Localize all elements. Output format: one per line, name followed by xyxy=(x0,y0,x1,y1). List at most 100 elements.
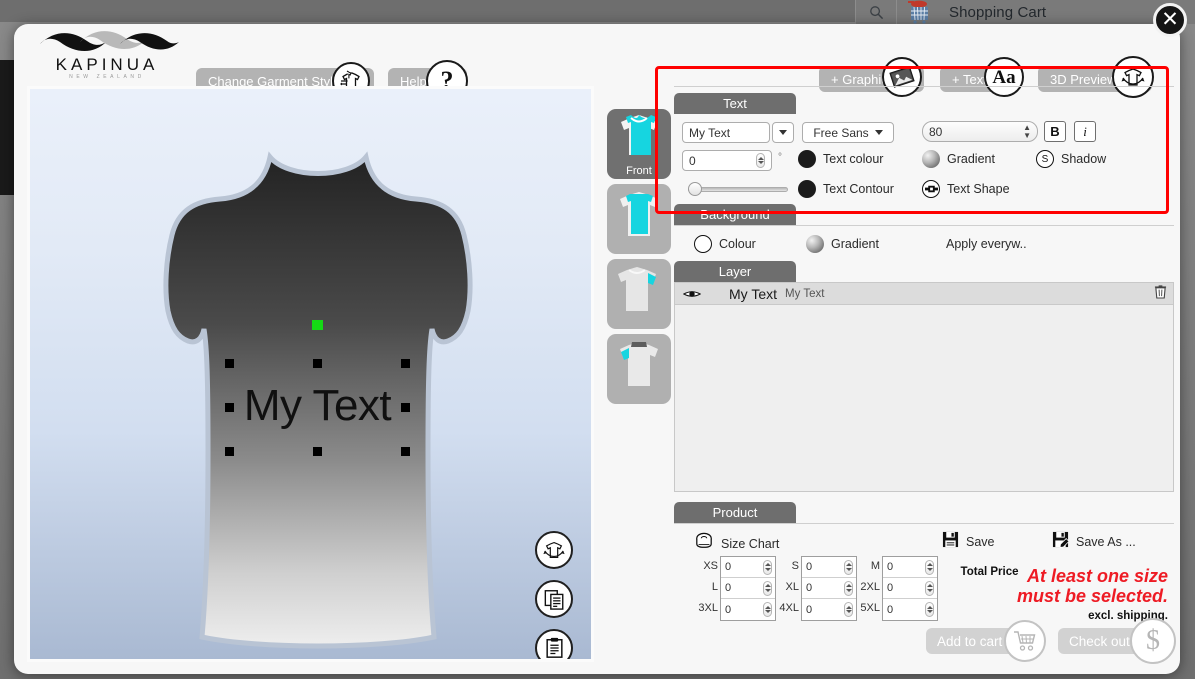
slider-thumb[interactable] xyxy=(688,182,702,196)
section-tab-background[interactable]: Background xyxy=(674,204,796,225)
text-dropdown-button[interactable] xyxy=(772,122,794,143)
resize-handle-e[interactable] xyxy=(401,403,410,412)
size-input-xl[interactable]: 0 xyxy=(802,578,856,599)
size-stepper-xl[interactable] xyxy=(844,580,853,596)
cart-title: Shopping Cart xyxy=(949,3,1047,21)
size-stepper-3xl[interactable] xyxy=(763,602,772,617)
size-input-4xl[interactable]: 0 xyxy=(802,599,856,620)
section-tab-text[interactable]: Text xyxy=(674,93,796,114)
text-value-input[interactable]: My Text xyxy=(682,122,770,143)
rotation-stepper[interactable] xyxy=(756,153,765,168)
font-family-value: Free Sans xyxy=(813,125,869,140)
design-canvas[interactable]: My Text xyxy=(30,89,591,659)
size-stepper-m[interactable] xyxy=(925,559,934,575)
size-input-m[interactable]: 0 xyxy=(883,557,937,578)
background-gradient-button[interactable]: Gradient xyxy=(806,235,879,253)
background-gradient-label: Gradient xyxy=(831,237,879,251)
rotate-handle[interactable] xyxy=(312,320,323,330)
cart-icon[interactable] xyxy=(1004,620,1046,662)
shopping-cart-icon[interactable] xyxy=(897,0,943,24)
thumb-left[interactable] xyxy=(607,259,671,329)
size-stepper-5xl[interactable] xyxy=(925,602,934,617)
stepper-arrows-icon: ▲ ▼ xyxy=(1023,122,1031,140)
resize-handle-n[interactable] xyxy=(313,359,322,368)
resize-handle-nw[interactable] xyxy=(225,359,234,368)
rotation-input[interactable]: 0 xyxy=(682,150,772,171)
resize-handle-ne[interactable] xyxy=(401,359,410,368)
close-button[interactable]: ✕ xyxy=(1153,3,1187,37)
size-stepper-l[interactable] xyxy=(763,580,772,596)
artwork-selection[interactable]: My Text xyxy=(225,320,410,474)
section-tab-product[interactable]: Product xyxy=(674,502,796,523)
eye-icon[interactable] xyxy=(675,289,709,299)
rotation-value: 0 xyxy=(689,153,696,168)
warning-line-1: At least one size xyxy=(1026,566,1168,586)
size-stepper-s[interactable] xyxy=(844,559,853,575)
layer-content: My Text xyxy=(785,287,825,300)
text-value: My Text xyxy=(689,125,731,140)
thumb-right[interactable] xyxy=(607,334,671,404)
font-size-value: 80 xyxy=(929,124,943,139)
size-value-5xl: 0 xyxy=(887,603,894,616)
design-canvas-wrapper: My Text xyxy=(27,86,594,662)
close-icon: ✕ xyxy=(1161,6,1179,31)
canvas-copy-button[interactable] xyxy=(535,580,573,618)
size-stepper-4xl[interactable] xyxy=(844,602,853,617)
font-family-select[interactable]: Free Sans xyxy=(802,122,894,143)
thumb-back[interactable] xyxy=(607,184,671,254)
size-group-1: XS L 3XL 0 0 0 xyxy=(698,556,776,621)
text-colour-button[interactable]: Text colour xyxy=(798,150,883,168)
text-shadow-button[interactable]: S Shadow xyxy=(1036,150,1106,168)
size-input-2xl[interactable]: 0 xyxy=(883,578,937,599)
text-shape-button[interactable]: Text Shape xyxy=(922,180,1010,198)
italic-button[interactable]: i xyxy=(1074,121,1096,142)
size-value-2xl: 0 xyxy=(887,582,894,594)
opacity-slider[interactable] xyxy=(688,182,788,196)
size-label-m: M xyxy=(870,560,880,572)
size-input-xs[interactable]: 0 xyxy=(721,557,775,578)
dollar-icon[interactable]: $ xyxy=(1130,618,1176,664)
canvas-rotate-button[interactable] xyxy=(535,531,573,569)
background-colour-button[interactable]: Colour xyxy=(694,235,756,253)
size-input-3xl[interactable]: 0 xyxy=(721,599,775,620)
shadow-s-icon: S xyxy=(1036,150,1054,168)
section-tab-layer[interactable]: Layer xyxy=(674,261,796,282)
apply-everywhere-button[interactable]: Apply everyw.. xyxy=(946,237,1027,251)
copy-icon xyxy=(544,590,563,610)
size-chart-button[interactable]: Size Chart xyxy=(694,532,779,555)
font-size-stepper[interactable]: 80 ▲ ▼ xyxy=(922,121,1038,142)
size-input-l[interactable]: 0 xyxy=(721,578,775,599)
canvas-paste-button[interactable] xyxy=(535,629,573,659)
thumb-front[interactable]: Front xyxy=(607,109,671,179)
site-header-bar: Shopping Cart xyxy=(855,0,1195,24)
resize-handle-se[interactable] xyxy=(401,447,410,456)
text-contour-button[interactable]: Text Contour xyxy=(798,180,894,198)
save-as-button[interactable]: Save As ... xyxy=(1052,531,1136,553)
size-label-3xl: 3XL xyxy=(698,602,718,614)
save-button[interactable]: Save xyxy=(942,531,995,553)
search-icon[interactable] xyxy=(856,0,896,24)
size-value-3xl: 0 xyxy=(725,603,732,616)
text-colour-swatch xyxy=(798,150,816,168)
text-gradient-button[interactable]: Gradient xyxy=(922,150,995,168)
resize-handle-sw[interactable] xyxy=(225,447,234,456)
layer-row[interactable]: My Text My Text xyxy=(675,283,1173,305)
total-price-label: Total Price xyxy=(960,566,1019,578)
section-tab-layer-label: Layer xyxy=(718,264,752,279)
text-contour-swatch xyxy=(798,180,816,198)
size-label-2xl: 2XL xyxy=(860,581,880,593)
size-stepper-xs[interactable] xyxy=(763,559,772,575)
size-input-5xl[interactable]: 0 xyxy=(883,599,937,620)
resize-handle-s[interactable] xyxy=(313,447,322,456)
trash-icon[interactable] xyxy=(1154,284,1167,304)
size-stepper-2xl[interactable] xyxy=(925,580,934,596)
add-text-label: + Text xyxy=(952,71,987,87)
size-input-s[interactable]: 0 xyxy=(802,557,856,578)
text-colour-label: Text colour xyxy=(823,152,884,166)
background-colour-label: Colour xyxy=(719,237,756,251)
background-colour-swatch xyxy=(694,235,712,253)
resize-handle-w[interactable] xyxy=(225,403,234,412)
artwork-text[interactable]: My Text xyxy=(225,381,410,431)
layer-list[interactable]: My Text My Text xyxy=(674,282,1174,492)
bold-button[interactable]: B xyxy=(1044,121,1066,142)
